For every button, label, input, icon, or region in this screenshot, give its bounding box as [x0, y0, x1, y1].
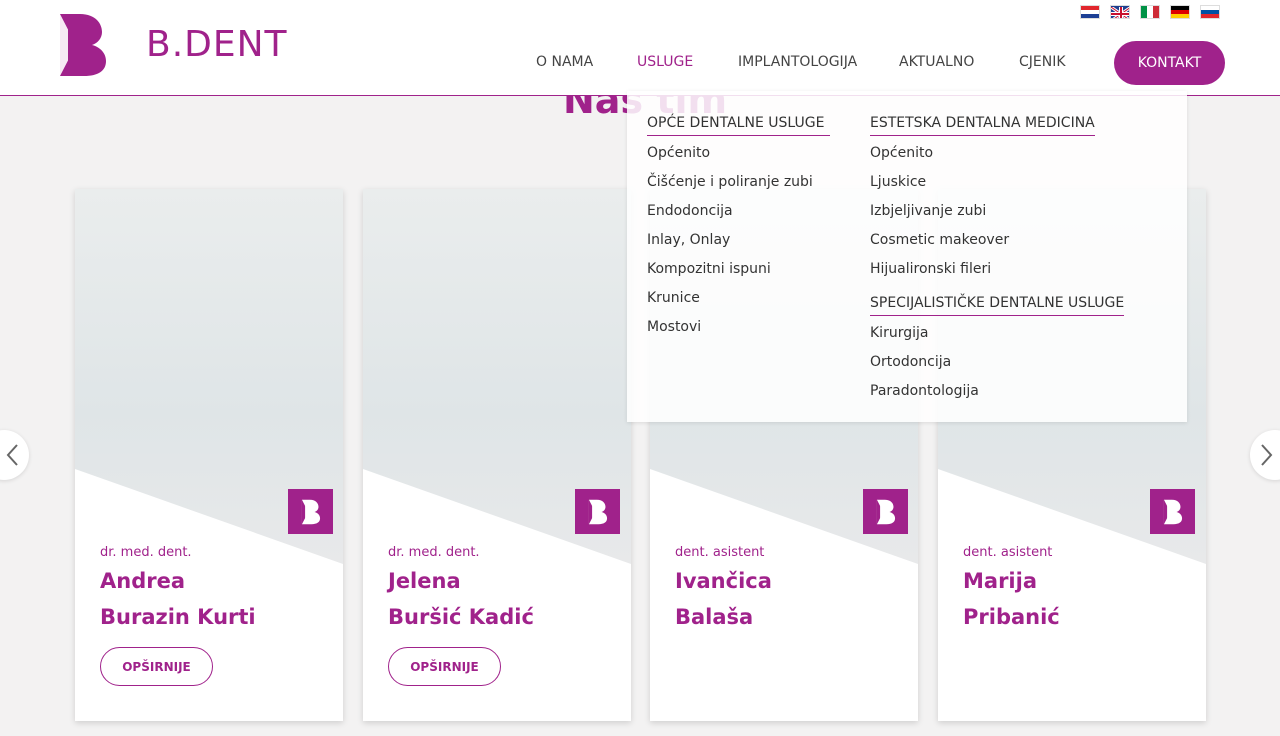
bdent-badge-icon [1150, 489, 1195, 534]
nav-item-aktualno[interactable]: AKTUALNO [899, 54, 974, 70]
dropdown-link[interactable]: Paradontologija [870, 383, 979, 399]
dropdown-link[interactable]: Čišćenje i poliranje zubi [647, 174, 813, 190]
member-role: dr. med. dent. [100, 545, 192, 560]
carousel-prev-button[interactable] [0, 430, 29, 480]
more-button[interactable]: OPŠIRNIJE [100, 647, 213, 686]
bdent-badge-icon [288, 489, 333, 534]
member-last-name: Balaša [675, 605, 754, 629]
kontakt-button[interactable]: KONTAKT [1114, 41, 1225, 85]
dropdown-link[interactable]: Cosmetic makeover [870, 232, 1009, 248]
dropdown-link[interactable]: Općenito [870, 145, 933, 161]
chevron-right-icon [1261, 444, 1273, 466]
dropdown-link[interactable]: Kompozitni ispuni [647, 261, 771, 277]
team-card: dr. med. dent. Jelena Buršić Kadić OPŠIR… [363, 189, 631, 721]
member-role: dent. asistent [963, 545, 1053, 560]
member-last-name: Burazin Kurti [100, 605, 256, 629]
nav-item-o-nama[interactable]: O NAMA [536, 54, 593, 70]
member-first-name: Marija [963, 569, 1037, 593]
dropdown-link[interactable]: Izbjeljivanje zubi [870, 203, 986, 219]
chevron-left-icon [6, 444, 18, 466]
flag-de-icon[interactable] [1170, 5, 1190, 19]
dropdown-link[interactable]: Hijualironski fileri [870, 261, 991, 277]
dropdown-link[interactable]: Općenito [647, 145, 710, 161]
flag-hr-icon[interactable] [1080, 5, 1100, 19]
member-first-name: Jelena [388, 569, 461, 593]
member-first-name: Andrea [100, 569, 186, 593]
dropdown-heading-specialist[interactable]: SPECIJALISTIČKE DENTALNE USLUGE [870, 295, 1125, 316]
card-diagonal [363, 469, 631, 721]
member-role: dr. med. dent. [388, 545, 480, 560]
bdent-badge-icon [575, 489, 620, 534]
site-header: B.DENT O NAMA USLUGE IMPLANTOLOGIJA AKTU… [0, 0, 1280, 96]
dropdown-link[interactable]: Kirurgija [870, 325, 928, 341]
member-first-name: Ivančica [675, 569, 772, 593]
dropdown-link[interactable]: Mostovi [647, 319, 701, 335]
flag-it-icon[interactable] [1140, 5, 1160, 19]
main-nav: O NAMA USLUGE IMPLANTOLOGIJA AKTUALNO CJ… [0, 54, 1280, 74]
dropdown-heading-general[interactable]: OPĆE DENTALNE USLUGE [647, 115, 830, 136]
member-last-name: Buršić Kadić [388, 605, 534, 629]
card-diagonal [75, 469, 343, 721]
member-role: dent. asistent [675, 545, 765, 560]
flag-en-icon[interactable] [1110, 5, 1130, 19]
dropdown-link[interactable]: Endodoncija [647, 203, 733, 219]
dropdown-link[interactable]: Krunice [647, 290, 700, 306]
bdent-badge-icon [863, 489, 908, 534]
nav-item-cjenik[interactable]: CJENIK [1019, 54, 1066, 70]
dropdown-heading-aesthetic[interactable]: ESTETSKA DENTALNA MEDICINA [870, 115, 1095, 136]
team-card: dr. med. dent. Andrea Burazin Kurti OPŠI… [75, 189, 343, 721]
dropdown-link[interactable]: Ljuskice [870, 174, 926, 190]
carousel-next-button[interactable] [1250, 430, 1280, 480]
dropdown-link[interactable]: Ortodoncija [870, 354, 951, 370]
dropdown-link[interactable]: Inlay, Onlay [647, 232, 730, 248]
member-last-name: Pribanić [963, 605, 1060, 629]
nav-item-implantologija[interactable]: IMPLANTOLOGIJA [738, 54, 857, 70]
more-button[interactable]: OPŠIRNIJE [388, 647, 501, 686]
nav-item-usluge[interactable]: USLUGE [637, 54, 693, 70]
services-dropdown: OPĆE DENTALNE USLUGE Općenito Čišćenje i… [627, 91, 1187, 422]
flag-si-icon[interactable] [1200, 5, 1220, 19]
